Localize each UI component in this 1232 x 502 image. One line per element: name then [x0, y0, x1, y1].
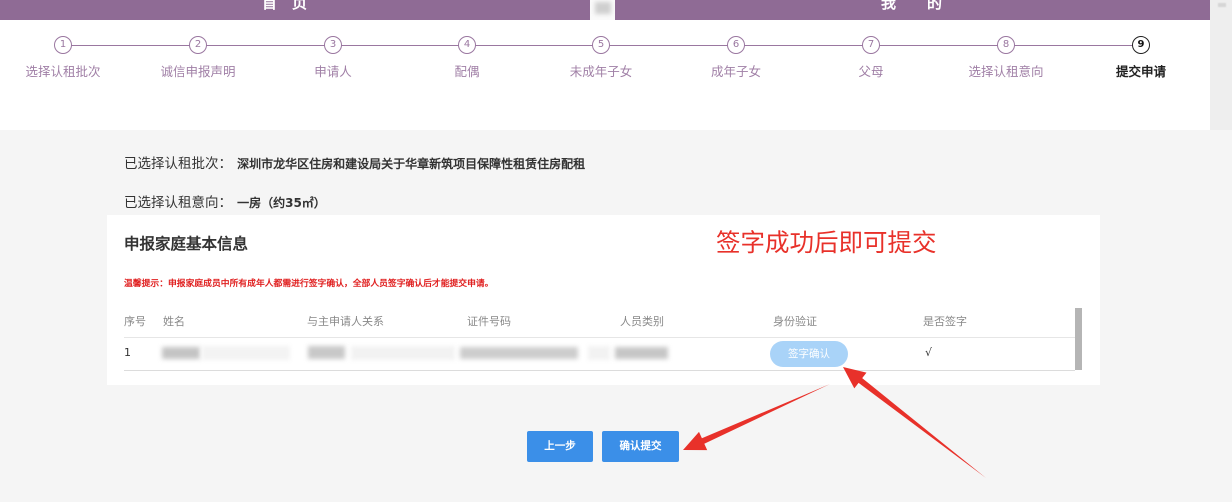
- step-number: 3: [324, 36, 342, 54]
- column-header-relation: 与主申请人关系: [307, 315, 384, 328]
- nav-tab-home-label: 首 页: [262, 0, 308, 12]
- step-number: 9: [1132, 36, 1150, 54]
- step-parents[interactable]: 7 父母: [811, 20, 931, 100]
- annotation-text: 签字成功后即可提交: [716, 228, 937, 257]
- step-minor-children[interactable]: 5 未成年子女: [541, 20, 661, 100]
- selected-intent-value: 一房（约35㎡）: [237, 196, 326, 210]
- step-number: 4: [458, 36, 476, 54]
- scroll-arrow-icon[interactable]: [1218, 3, 1226, 7]
- page-scrollbar-track[interactable]: [1210, 0, 1232, 130]
- previous-step-button[interactable]: 上一步: [527, 431, 593, 462]
- column-header-identity-verification: 身份验证: [773, 315, 817, 328]
- selected-intent: 已选择认租意向： 一房（约35㎡）: [124, 193, 326, 211]
- sign-confirm-button[interactable]: 签字确认: [770, 341, 848, 367]
- step-applicant[interactable]: 3 申请人: [273, 20, 393, 100]
- step-number: 1: [54, 36, 72, 54]
- step-label: 配偶: [454, 64, 480, 79]
- step-label: 诚信申报声明: [160, 64, 236, 79]
- selected-intent-label: 已选择认租意向：: [124, 195, 232, 211]
- selected-batch-label: 已选择认租批次：: [124, 156, 232, 172]
- table-header-divider: [124, 337, 1075, 338]
- step-label: 申请人: [314, 64, 352, 79]
- confirm-submit-button[interactable]: 确认提交: [602, 431, 679, 462]
- warm-tip: 温馨提示：申报家庭成员中所有成年人都需进行签字确认，全部人员签字确认后才能提交申…: [124, 279, 494, 289]
- redacted-id-number: [460, 347, 578, 359]
- annotation-arrow-to-submit-button: [683, 384, 830, 451]
- table-row-divider: [124, 370, 1075, 371]
- redacted-id-extra: [588, 346, 610, 360]
- redacted-name-extra: [202, 346, 290, 360]
- signed-checkmark: √: [925, 346, 933, 359]
- step-number: 5: [592, 36, 610, 54]
- step-label: 选择认租意向: [968, 64, 1044, 79]
- redacted-person-type: [615, 347, 668, 359]
- column-header-index: 序号: [124, 315, 146, 328]
- family-info-card: 申报家庭基本信息 签字成功后即可提交 温馨提示：申报家庭成员中所有成年人都需进行…: [107, 215, 1100, 385]
- progress-stepper: 1 选择认租批次 2 诚信申报声明 3 申请人 4 配偶 5 未成年子女 6 成…: [0, 20, 1210, 130]
- column-header-person-type: 人员类别: [620, 315, 664, 328]
- redacted-name: [162, 347, 200, 359]
- column-header-id-number: 证件号码: [467, 315, 511, 328]
- step-submit-application[interactable]: 9 提交申请: [1081, 20, 1201, 100]
- step-adult-children[interactable]: 6 成年子女: [676, 20, 796, 100]
- column-header-name: 姓名: [163, 315, 185, 328]
- step-spouse[interactable]: 4 配偶: [407, 20, 527, 100]
- step-select-batch[interactable]: 1 选择认租批次: [3, 20, 123, 100]
- step-label: 成年子女: [710, 64, 761, 79]
- step-number: 7: [862, 36, 880, 54]
- step-label: 未成年子女: [569, 64, 633, 79]
- redacted-relation-extra: [351, 346, 455, 360]
- nav-tab-home[interactable]: 首 页: [0, 0, 590, 20]
- redacted-relation: [308, 346, 345, 359]
- selected-batch: 已选择认租批次： 深圳市龙华区住房和建设局关于华章新筑项目保障性租赁住房配租: [124, 154, 585, 172]
- step-rental-intent[interactable]: 8 选择认租意向: [946, 20, 1066, 100]
- step-label: 父母: [858, 64, 884, 79]
- step-label: 选择认租批次: [25, 64, 101, 79]
- step-label: 提交申请: [1115, 64, 1166, 79]
- nav-divider-image: [595, 2, 611, 14]
- row-index: 1: [124, 346, 131, 359]
- step-number: 6: [727, 36, 745, 54]
- column-header-signed: 是否签字: [923, 315, 967, 328]
- family-info-title: 申报家庭基本信息: [124, 235, 249, 253]
- nav-tab-mine-label: 我 的: [881, 0, 951, 12]
- table-scrollbar[interactable]: [1075, 308, 1082, 370]
- nav-divider: [590, 0, 615, 20]
- step-integrity-declaration[interactable]: 2 诚信申报声明: [138, 20, 258, 100]
- step-number: 8: [997, 36, 1015, 54]
- selected-batch-value: 深圳市龙华区住房和建设局关于华章新筑项目保障性租赁住房配租: [237, 157, 586, 171]
- step-number: 2: [189, 36, 207, 54]
- nav-tab-mine[interactable]: 我 的: [615, 0, 1210, 20]
